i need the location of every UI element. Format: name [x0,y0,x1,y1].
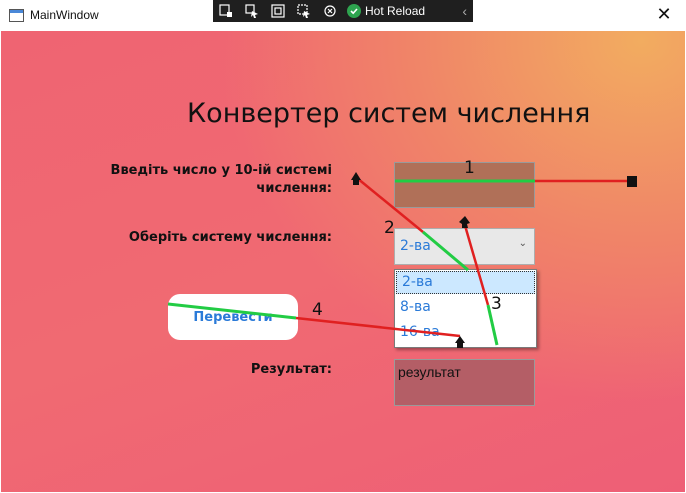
base-label: Оберіть систему числення: [128,230,332,245]
base-dropdown-list: 2-ва 8-ва 16-ва [394,269,537,348]
xaml-debug-toolbar: Hot Reload ‹ [213,0,473,22]
hot-reload-indicator[interactable]: Hot Reload [347,4,425,18]
input-label-line1: Введіть число у 10-ій системі [110,163,332,178]
dropdown-option-base16[interactable]: 16-ва [395,320,536,345]
dropdown-option-base2[interactable]: 2-ва [396,271,535,294]
hot-reload-label: Hot Reload [365,4,426,18]
window-icon [9,9,24,22]
input-label: Введіть число у 10-ій системі числення: [101,162,332,198]
dropdown-option-base8[interactable]: 8-ва [395,295,536,320]
base-select[interactable]: 2-ва ⌄ [394,228,535,265]
live-visual-tree-icon[interactable] [213,0,239,22]
collapse-toolbar-chevron-icon[interactable]: ‹ [462,3,467,19]
window-title: MainWindow [30,8,99,22]
close-button[interactable]: ✕ [642,0,686,31]
main-content: Конвертер систем числення Введіть число … [1,31,685,492]
track-focus-icon[interactable] [291,0,317,22]
result-output: результат [394,359,535,406]
result-label: Результат: [250,362,332,377]
base-select-value: 2-ва [400,238,431,254]
select-element-icon[interactable] [239,0,265,22]
convert-button[interactable]: Перевести [168,294,298,340]
binding-failures-icon[interactable] [317,0,343,22]
decimal-number-input[interactable] [394,162,535,208]
page-title: Конвертер систем числення [187,98,591,129]
chevron-down-icon: ⌄ [518,238,527,249]
display-adorners-icon[interactable] [265,0,291,22]
checkmark-icon [347,4,361,18]
input-label-line2: числення: [256,181,332,196]
